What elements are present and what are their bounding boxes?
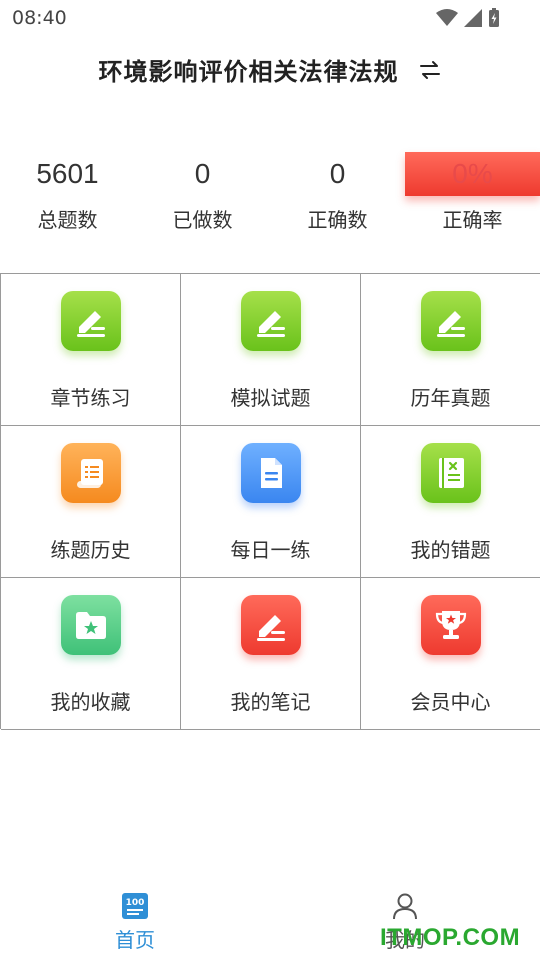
grid-item-label: 我的收藏	[50, 690, 131, 714]
grid-item-label: 我的错题	[410, 538, 491, 562]
stat-label: 正确率	[442, 208, 503, 232]
nav-label: 首页	[115, 928, 155, 952]
stat-value: 5601	[36, 158, 99, 189]
stat-accuracy: 0% 正确率	[405, 152, 540, 252]
stat-total: 5601 总题数	[0, 152, 135, 252]
stat-value: 0	[329, 158, 346, 189]
stat-correct: 0 正确数	[270, 152, 405, 252]
stat-value: 0%	[405, 152, 540, 196]
grid-item-my-mistakes[interactable]: 我的错题	[361, 426, 540, 578]
svg-text:100: 100	[126, 898, 145, 908]
grid-item-my-favorites[interactable]: 我的收藏	[1, 578, 181, 730]
grid-item-label: 章节练习	[50, 386, 131, 410]
grid-item-label: 模拟试题	[230, 386, 311, 410]
home-100-icon: 100	[122, 893, 148, 919]
signal-icon	[464, 9, 482, 27]
stat-label: 正确数	[307, 208, 368, 232]
trophy-icon	[421, 595, 481, 655]
grid-item-daily-practice[interactable]: 每日一练	[181, 426, 361, 578]
status-bar: 08:40	[0, 0, 540, 34]
grid-item-member-center[interactable]: 会员中心	[361, 578, 540, 730]
pen-icon	[421, 291, 481, 351]
grid-item-label: 会员中心	[410, 690, 491, 714]
grid-item-my-notes[interactable]: 我的笔记	[181, 578, 361, 730]
scroll-icon	[61, 443, 121, 503]
grid-item-label: 练题历史	[50, 538, 131, 562]
watermark: ITMOP.COM	[380, 924, 521, 951]
status-time: 08:40	[12, 7, 67, 29]
pen-icon	[241, 291, 301, 351]
grid-item-practice-history[interactable]: 练题历史	[1, 426, 181, 578]
stat-done: 0 已做数	[135, 152, 270, 252]
pen-icon	[61, 291, 121, 351]
grid-item-label: 我的笔记	[230, 690, 311, 714]
grid-item-mock-exam[interactable]: 模拟试题	[181, 274, 361, 426]
user-icon	[393, 893, 417, 920]
grid-item-label: 历年真题	[410, 386, 491, 410]
grid-item-label: 每日一练	[230, 538, 311, 562]
header: 环境影响评价相关法律法规	[0, 52, 540, 98]
stat-label: 总题数	[37, 208, 98, 232]
grid-item-past-exams[interactable]: 历年真题	[361, 274, 540, 426]
nav-item-home[interactable]: 100 首页	[0, 880, 270, 960]
status-icons	[436, 8, 500, 28]
grid-item-chapter-practice[interactable]: 章节练习	[1, 274, 181, 426]
stat-value: 0	[194, 158, 211, 189]
document-icon	[241, 443, 301, 503]
wrong-book-icon	[421, 443, 481, 503]
wifi-icon	[436, 9, 458, 26]
battery-icon	[489, 8, 499, 27]
page-title: 环境影响评价相关法律法规	[98, 58, 399, 86]
stats-row: 5601 总题数 0 已做数 0 正确数 0% 正确率	[0, 152, 540, 252]
switch-subject-icon[interactable]	[418, 58, 442, 82]
stat-label: 已做数	[172, 208, 233, 232]
star-folder-icon	[61, 595, 121, 655]
pen-icon	[241, 595, 301, 655]
feature-grid: 章节练习 模拟试题 历年真题 练题历史 每日一练 我的错题 我的收藏 我的笔记 …	[0, 273, 540, 730]
